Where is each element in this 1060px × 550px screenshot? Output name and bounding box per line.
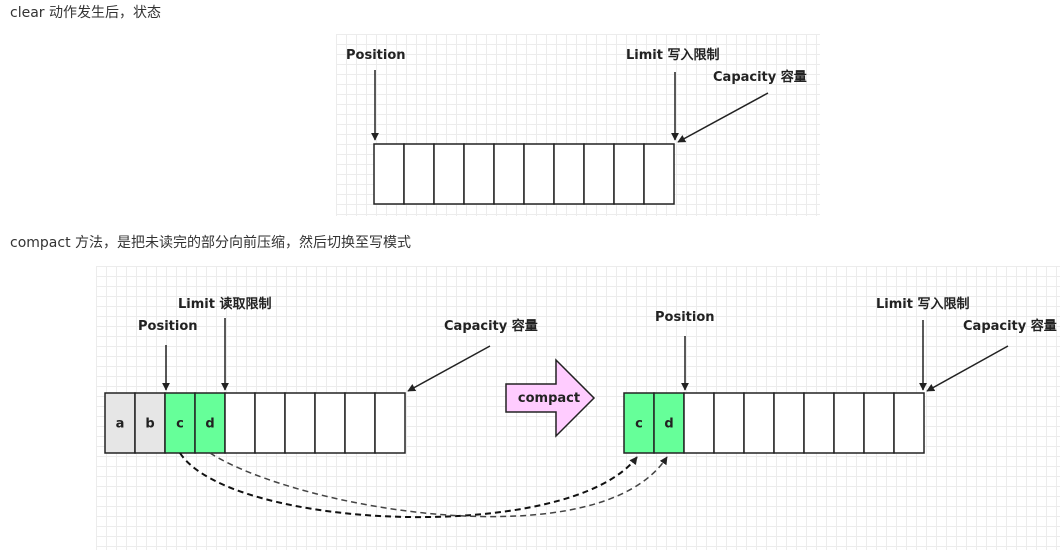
move-d-arrow [209,452,668,518]
cell-label: d [205,417,214,432]
cell-label: a [116,417,125,432]
buffer-cell [254,392,286,454]
cell-label: d [664,417,673,432]
buffer-cell [373,143,405,205]
buffer-diagram: Position Limit 写入限制 Capacity 容量 a b c d … [104,47,1057,519]
buffer-cell [523,143,555,205]
buffer-cell [743,392,775,454]
before-capacity-arrow [407,345,491,392]
cell-label: c [176,417,184,432]
before-capacity-label: Capacity 容量 [444,318,538,334]
clear-buffer [373,143,675,205]
buffer-cell [803,392,835,454]
compact-action-label: compact [518,391,580,406]
buffer-cell [284,392,316,454]
buffer-cell [863,392,895,454]
buffer-cell [583,143,615,205]
buffer-cell [433,143,465,205]
clear-capacity-label: Capacity 容量 [713,69,807,85]
cell-label: b [145,417,154,432]
clear-capacity-arrow [677,92,769,143]
buffer-cell [374,392,406,454]
buffer-cell [643,143,675,205]
buffer-cell [613,143,645,205]
buffer-cell [224,392,256,454]
buffer-cell [553,143,585,205]
after-capacity-label: Capacity 容量 [963,318,1057,334]
after-capacity-arrow [926,345,1009,392]
buffer-cell [403,143,435,205]
buffer-cell [493,143,525,205]
after-position-label: Position [655,310,715,325]
buffer-cell [893,392,925,454]
buffer-cell [683,392,715,454]
buffer-cell [713,392,745,454]
buffer-cell [833,392,865,454]
clear-limit-label: Limit 写入限制 [626,47,719,63]
buffer-cell [344,392,376,454]
buffer-cell [773,392,805,454]
before-position-label: Position [138,319,198,334]
buffer-cell [314,392,346,454]
before-limit-label: Limit 读取限制 [178,296,271,312]
move-c-arrow [179,452,638,519]
cell-label: c [635,417,643,432]
after-limit-label: Limit 写入限制 [876,296,969,312]
clear-position-label: Position [346,48,406,63]
buffer-cell [463,143,495,205]
